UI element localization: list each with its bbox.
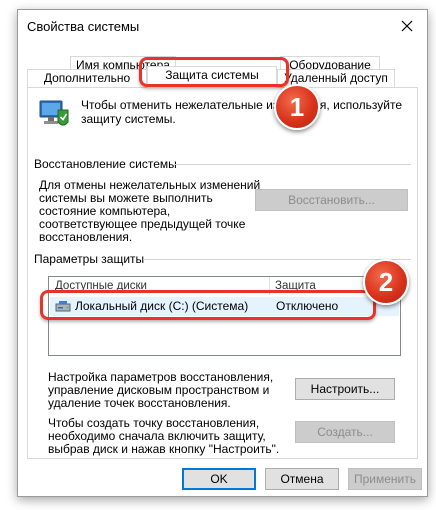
callout-badge-2: 2 xyxy=(363,259,409,305)
restore-section-label: Восстановление системы xyxy=(34,157,177,171)
intro-text-line1: Чтобы отменить нежелательные изменения, … xyxy=(81,98,403,112)
restore-button[interactable]: Восстановить... xyxy=(255,189,408,211)
restore-desc-line5: восстановления. xyxy=(39,230,133,244)
system-protection-icon xyxy=(39,100,69,126)
intro-text-line2: защиту системы. xyxy=(81,112,176,126)
tab-advanced[interactable]: Дополнительно xyxy=(27,69,147,88)
apply-button[interactable]: Применить xyxy=(348,468,422,490)
configure-text-line3: удаление точек восстановления. xyxy=(48,396,231,410)
protection-section-divider xyxy=(143,259,411,260)
close-button[interactable] xyxy=(387,10,427,42)
callout-badge-1: 1 xyxy=(274,84,320,130)
configure-button[interactable]: Настроить... xyxy=(295,378,395,400)
restore-section-divider xyxy=(174,164,411,165)
tab-panel: Чтобы отменить нежелательные изменения, … xyxy=(27,87,418,459)
close-icon xyxy=(401,20,413,32)
callout-drive-highlight xyxy=(40,290,376,320)
protection-section-label: Параметры защиты xyxy=(34,252,145,266)
create-text-line3: выбрав диск и нажав кнопку "Настроить". xyxy=(48,442,280,456)
cancel-button[interactable]: Отмена xyxy=(265,468,339,490)
create-button[interactable]: Создать... xyxy=(295,421,395,443)
ok-button[interactable]: OK xyxy=(182,468,256,490)
window-title: Свойства системы xyxy=(27,19,140,34)
callout-tab-highlight xyxy=(139,57,289,87)
title-bar: Свойства системы xyxy=(18,10,427,42)
